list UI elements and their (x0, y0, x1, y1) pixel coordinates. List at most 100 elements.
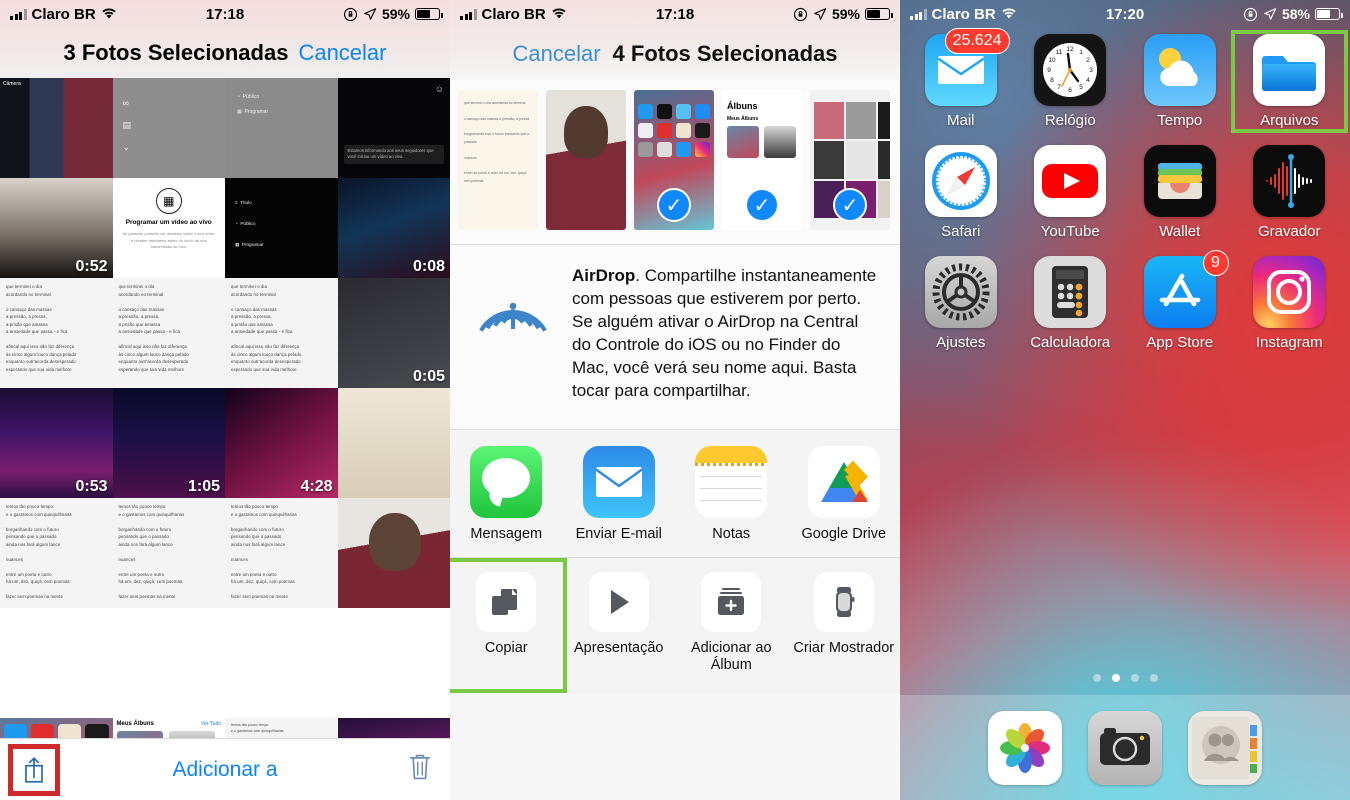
svg-text:1: 1 (1079, 49, 1083, 56)
grid-photo-video[interactable]: 0:53 (0, 388, 113, 498)
home-app-app-store[interactable]: 9 App Store (1125, 250, 1235, 351)
home-app-gravador[interactable]: Gravador (1235, 145, 1345, 240)
action-copiar[interactable]: Copiar (450, 558, 567, 693)
share-button[interactable] (8, 743, 60, 796)
thumbnail[interactable]: Álbuns Meus Álbuns ✓ (722, 90, 802, 230)
grid-photo[interactable]: ☺ Estamos informando aos seus seguidores… (337, 78, 450, 178)
battery-icon (865, 8, 893, 20)
home-dock[interactable] (900, 695, 1350, 800)
settings-gear-icon (924, 256, 997, 328)
share-app-google-drive[interactable]: Google Drive (788, 445, 901, 543)
battery-icon (415, 8, 443, 20)
photo-grid[interactable]: Câmera ∞ ▤ ⌄ ◔ Público ▦ Programar ☺ Estamo… (0, 78, 450, 718)
thumbnail[interactable]: ✓ (634, 90, 714, 230)
home-app-label: Tempo (1157, 112, 1203, 129)
page-dot[interactable] (1130, 674, 1139, 682)
grid-photo-video[interactable]: 1:05 (112, 388, 225, 498)
wallet-icon (1143, 145, 1216, 217)
video-duration: 0:08 (412, 258, 445, 275)
grid-photo[interactable] (337, 388, 450, 498)
photos-icon[interactable] (988, 710, 1062, 785)
clock-icon: 12 1 2 345 678 9 10 11 (1034, 34, 1107, 106)
airdrop-section[interactable]: AirDrop. Compartilhe instantaneamente co… (450, 245, 900, 430)
status-left-group: Claro BR (460, 6, 567, 23)
svg-text:4: 4 (1086, 77, 1090, 84)
contacts-icon[interactable] (1188, 710, 1262, 785)
carrier-label: Claro BR (481, 5, 546, 23)
delete-button[interactable] (390, 751, 450, 788)
share-app-mensagem[interactable]: Mensagem (450, 445, 563, 543)
status-left-group: Claro BR (10, 6, 117, 23)
grid-photo-label: Câmera (3, 81, 21, 87)
action-apresentacao[interactable]: Apresentação (563, 572, 676, 675)
action-criar-mostrador[interactable]: Criar Mostrador (788, 572, 901, 675)
share-apps-row[interactable]: Mensagem Enviar E-mail Notas Google Driv… (450, 429, 901, 559)
grid-photo[interactable]: ▦ Programar um vídeo ao vivo As pessoas … (112, 178, 225, 278)
home-app-safari[interactable]: Safari (906, 145, 1016, 240)
page-dot[interactable] (1149, 674, 1158, 682)
cancel-button[interactable]: Cancelar (298, 40, 386, 66)
home-app-arquivos[interactable]: Arquivos (1230, 30, 1348, 133)
grid-photo-text[interactable]: que terminei o dia acordando no terminal… (0, 278, 113, 388)
watch-icon-box (813, 572, 874, 633)
grid-photo[interactable] (337, 498, 450, 608)
photo-text-content: que terminei o dia acordando no terminal… (225, 278, 338, 388)
cancel-button[interactable]: Cancelar (512, 41, 600, 67)
thumbnail[interactable]: ✓ (810, 90, 890, 230)
page-dot[interactable] (1092, 674, 1101, 682)
grid-photo[interactable]: ◔ Público ▦ Programar (225, 78, 338, 178)
picker-header: 3 Fotos Selecionadas Cancelar (0, 28, 450, 78)
grid-photo-video[interactable]: 0:05 (337, 278, 450, 388)
video-duration: 0:52 (75, 258, 108, 275)
grid-photo-text[interactable]: que terminei o dia acordando no terminal… (112, 278, 225, 388)
grid-photo-text[interactable]: temos tão pouco tempo e o gastamos com q… (225, 498, 338, 608)
airdrop-body: . Compartilhe instantaneamente com pesso… (572, 266, 877, 400)
photo-text-content: temos tão pouco tempo e o gastamos com q… (0, 498, 113, 608)
grid-photo[interactable]: ≡ Título ◔ Público ▦ Programar (225, 178, 338, 278)
grid-photo-video[interactable]: 0:08 (337, 178, 450, 278)
page-dots[interactable] (900, 674, 1350, 682)
home-app-grid[interactable]: 25.624 Mail 12 1 2 345 678 9 10 11 Relóg… (900, 28, 1350, 351)
page-dot-active[interactable] (1111, 674, 1120, 682)
share-app-notas[interactable]: Notas (675, 445, 788, 543)
svg-text:11: 11 (1056, 49, 1063, 56)
home-app-calculadora[interactable]: Calculadora (1016, 256, 1126, 351)
grid-photo-video[interactable]: 0:52 (0, 178, 113, 278)
selected-thumbnails-strip[interactable]: que terminei o dia acordando no terminal… (450, 80, 900, 245)
home-app-mail[interactable]: 25.624 Mail (906, 28, 1016, 129)
rotation-lock-icon (1243, 7, 1258, 21)
home-app-wallet[interactable]: Wallet (1125, 145, 1235, 240)
home-app-instagram[interactable]: Instagram (1235, 256, 1345, 351)
action-label: Copiar (484, 640, 528, 657)
home-app-tempo[interactable]: Tempo (1125, 34, 1235, 129)
share-app-email[interactable]: Enviar E-mail (563, 445, 676, 543)
grid-photo-text[interactable]: que terminei o dia acordando no terminal… (225, 278, 338, 388)
albums-sub: Meus Álbuns (116, 721, 154, 727)
home-app-youtube[interactable]: YouTube (1016, 145, 1126, 240)
add-to-button[interactable]: Adicionar a (60, 758, 390, 782)
status-bar-panel1: Claro BR 17:18 59% (0, 0, 450, 28)
action-label: Adicionar ao Álbum (690, 640, 772, 674)
wifi-icon (102, 8, 116, 19)
thumbnail[interactable]: que terminei o dia acordando no terminal… (458, 90, 538, 230)
camera-icon[interactable] (1088, 710, 1162, 785)
albums-link: Ver Tudo (200, 721, 221, 727)
share-actions-row[interactable]: Copiar Apresentação Adicionar ao Álbum C… (450, 558, 900, 693)
grid-photo[interactable]: Câmera (0, 78, 113, 178)
grid-photo-text[interactable]: temos tão pouco tempo e o gastamos com q… (0, 498, 113, 608)
grid-photo[interactable]: ∞ ▤ ⌄ (112, 78, 225, 178)
share-app-label: Mensagem (470, 525, 543, 542)
grid-photo-text[interactable]: temos tão pouco tempo e o gastamos com q… (112, 498, 225, 608)
svg-text:6: 6 (1068, 87, 1072, 94)
weather-icon (1143, 34, 1216, 106)
slideshow-play-icon (610, 590, 629, 615)
grid-photo-video[interactable]: 4:28 (225, 388, 338, 498)
thumbnail[interactable] (546, 90, 626, 230)
home-app-relogio[interactable]: 12 1 2 345 678 9 10 11 Relógio (1016, 34, 1126, 129)
home-app-ajustes[interactable]: Ajustes (906, 256, 1016, 351)
add-to-album-icon (718, 588, 745, 616)
share-app-label: Google Drive (801, 525, 887, 542)
messages-icon (470, 445, 543, 518)
action-adicionar-album[interactable]: Adicionar ao Álbum (675, 572, 788, 675)
share-app-label: Enviar E-mail (575, 525, 662, 542)
